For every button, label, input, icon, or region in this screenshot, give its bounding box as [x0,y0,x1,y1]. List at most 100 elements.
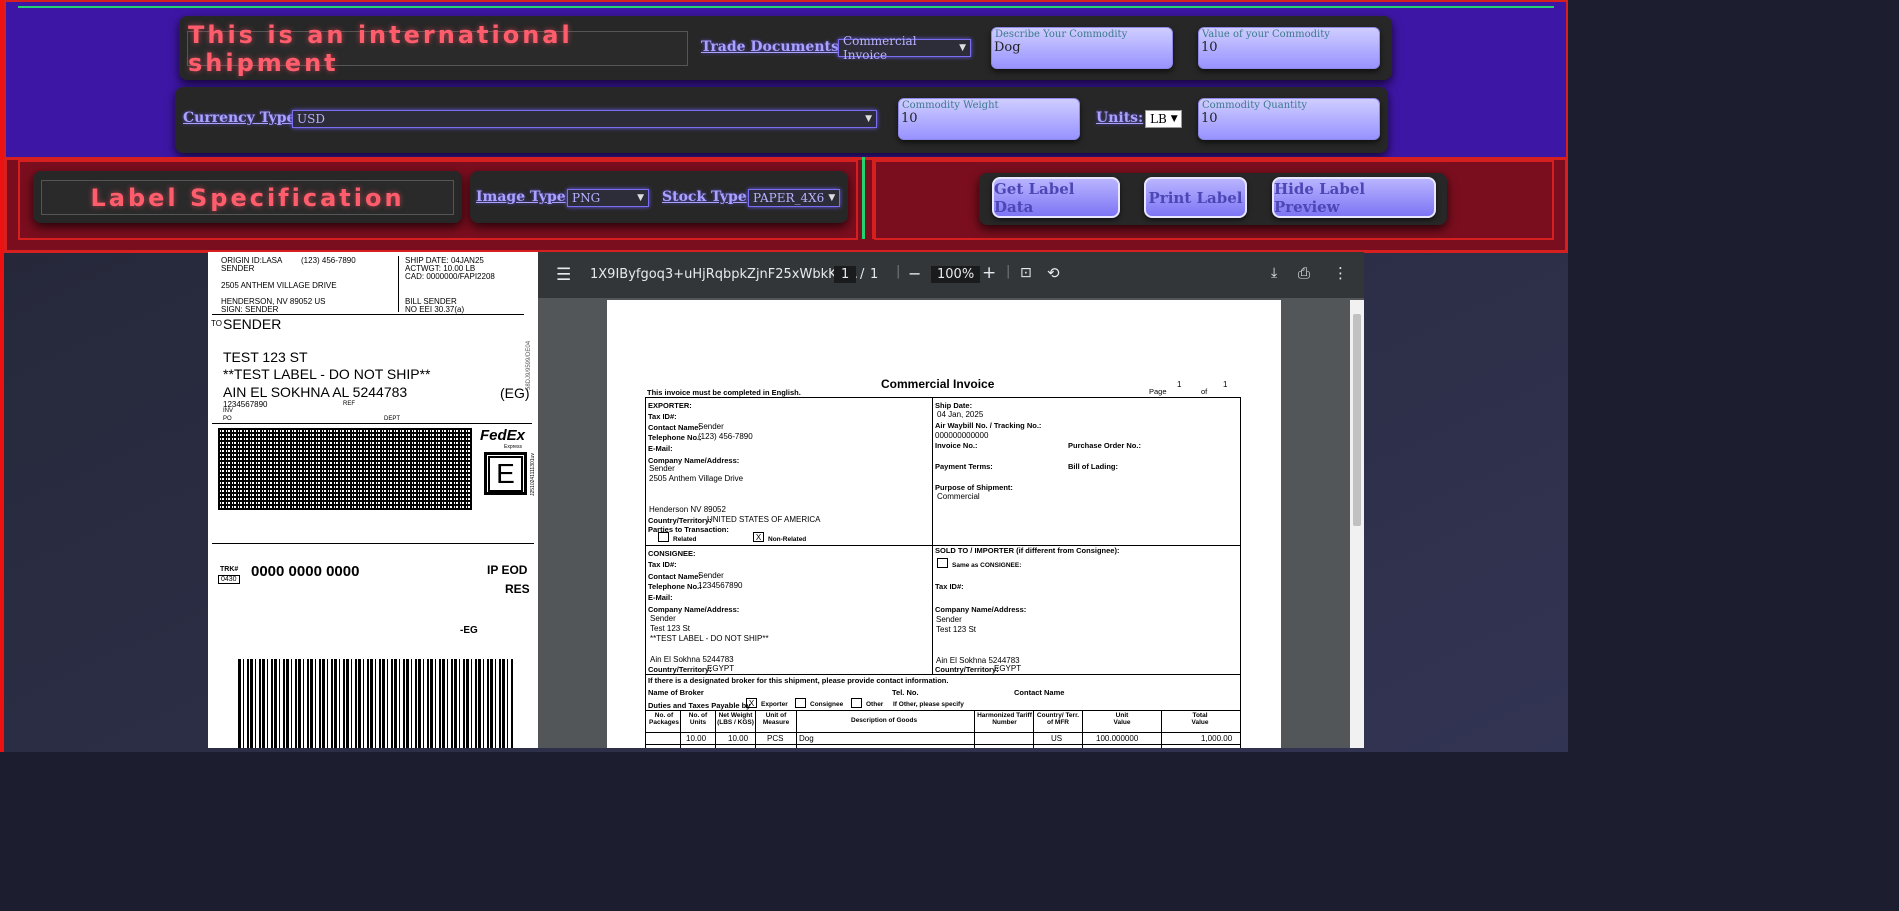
stock-type-select[interactable]: PAPER_4X6 ▼ [748,189,840,207]
broker-contact-label: Contact Name [1014,688,1065,697]
tracking-number: 0000 0000 0000 [251,563,360,580]
col-units: No. of Units [688,712,708,726]
nonrelated-checkbox[interactable]: X [753,532,764,542]
consignee-line-2: Test 123 St [650,624,691,633]
nonrelated-label: Non-Related [768,536,807,543]
page-num: 1 [1177,380,1182,389]
col-country: Country/ Terr. of MFR [1036,712,1080,726]
consignee-line-1: Sender [650,614,676,623]
company-line-1: Sender [649,464,675,473]
related-checkbox[interactable] [658,532,669,542]
broker-label: Name of Broker [648,688,704,697]
sold-line-1: Sender [936,615,962,624]
sold-company-label: Company Name/Address: [935,605,1027,614]
sold-tax-label: Tax ID#: [935,582,964,591]
same-as-consignee-checkbox[interactable] [937,558,948,568]
col-packages: No. of Packages [649,712,679,726]
duties-label: Duties and Taxes Payable by [648,701,751,710]
chevron-down-icon: ▼ [865,114,872,124]
recipient-street: TEST 123 ST [223,349,308,365]
page-separator: / [860,267,865,282]
country-value: UNITED STATES OF AMERICA [707,515,821,524]
divider [1033,710,1034,748]
related-label: Related [673,536,697,543]
consignee-tax-label: Tax ID#: [648,560,677,569]
international-title: This is an international shipment [187,21,688,77]
duties-other-checkbox[interactable] [851,698,862,708]
col-total-value: Total Value [1191,712,1209,726]
invoice-no-label: Invoice No.: [935,441,978,450]
invoice-title: Commercial Invoice [881,377,995,391]
fit-page-icon[interactable]: ⊡ [1020,265,1032,281]
sender-phone: (123) 456-7890 [301,256,356,265]
consignee-email-label: E-Mail: [648,593,673,602]
side-code: 58DJ9/9599/DE04 [526,340,532,390]
commodity-quantity-field[interactable]: Commodity Quantity 10 [1198,98,1380,140]
eei: NO EEI 30.37(a) [405,305,465,314]
chevron-down-icon: ▼ [637,193,644,203]
download-icon[interactable]: ⤓ [1271,265,1277,281]
duties-consignee-checkbox[interactable] [795,698,806,708]
print-icon[interactable]: ⎙ [1298,264,1310,282]
col-uom: Unit of Measure [762,712,790,726]
cad: CAD: 0000000/FAPI2208 [405,272,495,281]
pdf-filename: 1X9IByfgoq3+uHjRqbpkZjnF25xWbkKZ... [590,267,858,282]
divider [212,423,532,424]
image-type-label: Image Type [476,189,566,205]
stock-type-label: Stock Type [662,189,747,205]
payment-terms-label: Payment Terms: [935,462,993,471]
pdf-toolbar: ☰ 1X9IByfgoq3+uHjRqbpkZjnF25xWbkKZ... 1 … [538,252,1364,298]
divider [680,710,681,748]
chevron-down-icon: ▼ [959,43,966,53]
sold-to-heading: SOLD TO / IMPORTER (if different from Co… [935,546,1120,555]
currency-select[interactable]: USD ▼ [292,110,877,128]
commodity-weight-field[interactable]: Commodity Weight 10 [898,98,1080,140]
e-box: E [484,452,527,495]
rotate-icon[interactable]: ⟲ [1047,264,1060,282]
col-description: Description of Goods [851,717,918,724]
invoice-note: This invoice must be completed in Englis… [647,388,801,397]
divider [645,732,1241,733]
consignee-heading: CONSIGNEE: [648,549,696,558]
row-uom: PCS [767,734,784,743]
page-number-input[interactable]: 1 [834,266,857,283]
consignee-line-3: **TEST LABEL - DO NOT SHIP** [650,634,769,643]
duties-consignee-label: Consignee [810,701,844,708]
menu-icon[interactable]: ☰ [556,265,571,285]
units-label: Units: [1096,110,1144,126]
sold-line-2: Test 123 St [936,625,977,634]
side-code-2: J2510241111301uv [530,453,536,496]
recipient-city: AIN EL SOKHNA AL 5244783 [223,384,408,400]
divider [932,397,933,674]
to-marker: TO [211,319,222,328]
get-label-data-button[interactable]: Get Label Data [992,177,1120,218]
zoom-input[interactable]: 100% [931,266,981,283]
image-type-select[interactable]: PNG ▼ [567,189,649,207]
describe-commodity-field[interactable]: Describe Your Commodity Dog [991,27,1173,69]
pdf-viewer: ☰ 1X9IByfgoq3+uHjRqbpkZjnF25xWbkKZ... 1 … [538,252,1364,748]
scrollbar[interactable] [1350,300,1364,748]
commodity-value-field[interactable]: Value of your Commodity 10 [1198,27,1380,69]
row-units: 10.00 [686,734,707,743]
col-unit-value: Unit Value [1113,712,1131,726]
more-options-icon[interactable]: ⋮ [1333,264,1348,282]
trade-docs-select[interactable]: Commercial Invoice ▼ [838,34,971,62]
duties-exporter-checkbox[interactable]: X [746,698,757,708]
col-net-weight: Net Weight (LBS / KGS) [717,712,754,726]
company-line-3: Henderson NV 89052 [649,505,726,514]
zoom-in-icon[interactable]: + [982,263,996,283]
zoom-out-icon[interactable]: − [908,264,921,283]
recipient-note: **TEST LABEL - DO NOT SHIP** [223,366,431,382]
contact-label: Contact Name: [648,423,701,432]
consignee-company-label: Company Name/Address: [648,605,740,614]
tax-id-label: Tax ID#: [648,412,677,421]
trade-docs-label: Trade Documents: [701,39,845,55]
contact-value: Sender [698,422,724,431]
print-label-button[interactable]: Print Label [1144,177,1247,218]
divider [796,710,797,748]
email-label: E-Mail: [648,444,673,453]
hide-label-preview-button[interactable]: Hide Label Preview [1272,177,1436,218]
company-line-2: 2505 Anthem Village Drive [649,474,744,483]
units-select[interactable]: LB ▼ [1145,110,1182,128]
scrollbar-thumb[interactable] [1353,314,1361,526]
